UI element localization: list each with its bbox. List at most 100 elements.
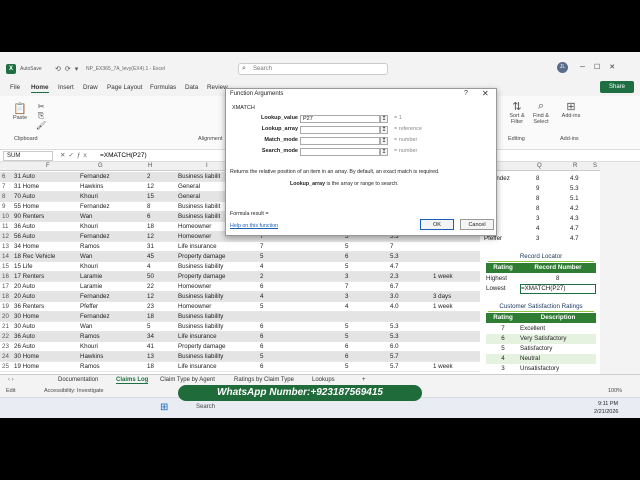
cell[interactable]: 6 [345,352,365,362]
cell[interactable]: Business liability [178,292,258,302]
cell[interactable]: Ramos [80,332,140,342]
autosave-label[interactable]: AutoSave [20,66,42,72]
satisfaction-rating[interactable]: 7 [486,324,520,334]
zoom-level[interactable]: 100% [608,388,622,394]
summary-cell[interactable]: 4 [536,224,548,234]
paste-button[interactable]: 📋 Paste [8,102,32,121]
cell[interactable]: 5 [260,252,280,262]
cell[interactable]: 20 Auto [14,292,74,302]
find-select-button[interactable]: ⌕ Find & Select [530,100,552,125]
argument-input[interactable]: P27 [300,115,380,123]
cell[interactable]: 3.0 [390,292,414,302]
add-sheet-icon[interactable]: + [362,377,366,383]
row-number[interactable]: 14 [2,252,12,262]
cell[interactable]: 12 [147,292,173,302]
cell[interactable]: Laramie [80,272,140,282]
cell[interactable]: 12 [147,182,173,192]
cell[interactable]: Khouri [80,262,140,272]
satisfaction-description[interactable]: Very Satisfactory [520,334,596,344]
addins-button[interactable]: ⊞ Add-ins [560,100,582,119]
sheet-tab-claims-log[interactable]: Claims Log [116,377,149,384]
cell[interactable]: 15 [147,192,173,202]
satisfaction-description[interactable]: Unsatisfactory [520,364,596,374]
tab-draw[interactable]: Draw [83,84,98,91]
col-header[interactable]: Q [537,163,542,169]
cell[interactable]: Property damage [178,342,258,352]
cell[interactable]: Business liability [178,262,258,272]
cell[interactable]: 4 [260,292,280,302]
satisfaction-description[interactable]: Satisfactory [520,344,596,354]
satisfaction-rating[interactable]: 3 [486,364,520,374]
sheet-nav-icons[interactable]: ‹ › [8,377,14,383]
sheet-tab-documentation[interactable]: Documentation [58,377,98,383]
collapse-dialog-icon[interactable]: ↥ [380,148,388,156]
cell[interactable]: 7 [345,282,365,292]
cell[interactable]: 1 week [433,302,473,312]
satisfaction-description[interactable]: Neutral [520,354,596,364]
satisfaction-rating[interactable]: 4 [486,354,520,364]
cell[interactable]: 5 [345,242,365,252]
cell[interactable]: 5.3 [390,322,414,332]
cell[interactable]: 6.0 [390,342,414,352]
row-number[interactable]: 24 [2,352,12,362]
window-controls[interactable]: ─☐✕ [580,63,624,71]
cell[interactable]: Life insurance [178,362,258,372]
cell[interactable]: Ramos [80,362,140,372]
cell[interactable]: 6 [147,212,173,222]
name-box[interactable]: SUM [3,151,53,161]
cell[interactable]: 4 [147,262,173,272]
cell[interactable]: Laramie [80,282,140,292]
cell[interactable]: 36 Renters [14,302,74,312]
cell[interactable]: 4 [260,262,280,272]
cell[interactable]: Fernandez [80,202,140,212]
cell[interactable]: Homeowner [178,282,258,292]
summary-cell[interactable]: 5.1 [570,194,590,204]
cell[interactable]: 3 [345,272,365,282]
quick-access-icons[interactable]: ⟲⟳▾ [55,65,82,73]
cell[interactable]: 4.7 [390,262,414,272]
cell[interactable]: Fernandez [80,292,140,302]
cell[interactable]: 22 [147,282,173,292]
cell[interactable]: 30 Home [14,352,74,362]
cell[interactable]: 5 [345,262,365,272]
argument-input[interactable] [300,126,380,134]
col-header[interactable]: G [98,163,103,169]
summary-cell[interactable]: 4.2 [570,204,590,214]
tab-data[interactable]: Data [185,84,198,91]
satisfaction-rating[interactable]: 6 [486,334,520,344]
cell[interactable]: 1 week [433,362,473,372]
cell[interactable]: 30 Home [14,312,74,322]
accessibility-status[interactable]: Accessibility: Investigate [44,388,104,394]
cell[interactable]: Hawkins [80,352,140,362]
row-number[interactable]: 15 [2,262,12,272]
cell[interactable]: 18 [147,312,173,322]
cell[interactable]: 36 Auto [14,332,74,342]
cell[interactable]: 1 week [433,272,473,282]
sheet-tab-lookups[interactable]: Lookups [312,377,335,383]
cell[interactable]: 5.7 [390,362,414,372]
cell[interactable]: 8 [147,202,173,212]
row-number[interactable]: 19 [2,302,12,312]
cell[interactable]: 13 [147,352,173,362]
lowest-value-cell[interactable]: =XMATCH(P27) [520,284,596,294]
sheet-tab-claim-type[interactable]: Claim Type by Agent [160,377,215,383]
cell[interactable]: Property damage [178,272,258,282]
cell[interactable]: Business liability [178,352,258,362]
cell[interactable]: 5 [260,302,280,312]
tab-insert[interactable]: Insert [58,84,74,91]
row-number[interactable]: 25 [2,362,12,372]
cell[interactable]: 20 Auto [14,282,74,292]
taskbar-search[interactable]: Search [196,404,215,410]
row-number[interactable]: 8 [2,192,12,202]
row-number[interactable]: 9 [2,202,12,212]
cancel-button[interactable]: Cancel [460,219,494,230]
cell[interactable]: 5 [260,352,280,362]
summary-cell[interactable]: 5.3 [570,184,590,194]
cell[interactable]: 50 [147,272,173,282]
summary-cell[interactable]: 3 [536,234,548,244]
cell[interactable]: 5.3 [390,332,414,342]
cell[interactable]: Khouri [80,342,140,352]
cell[interactable]: Property damage [178,252,258,262]
row-number[interactable]: 23 [2,342,12,352]
col-header[interactable]: R [573,163,577,169]
